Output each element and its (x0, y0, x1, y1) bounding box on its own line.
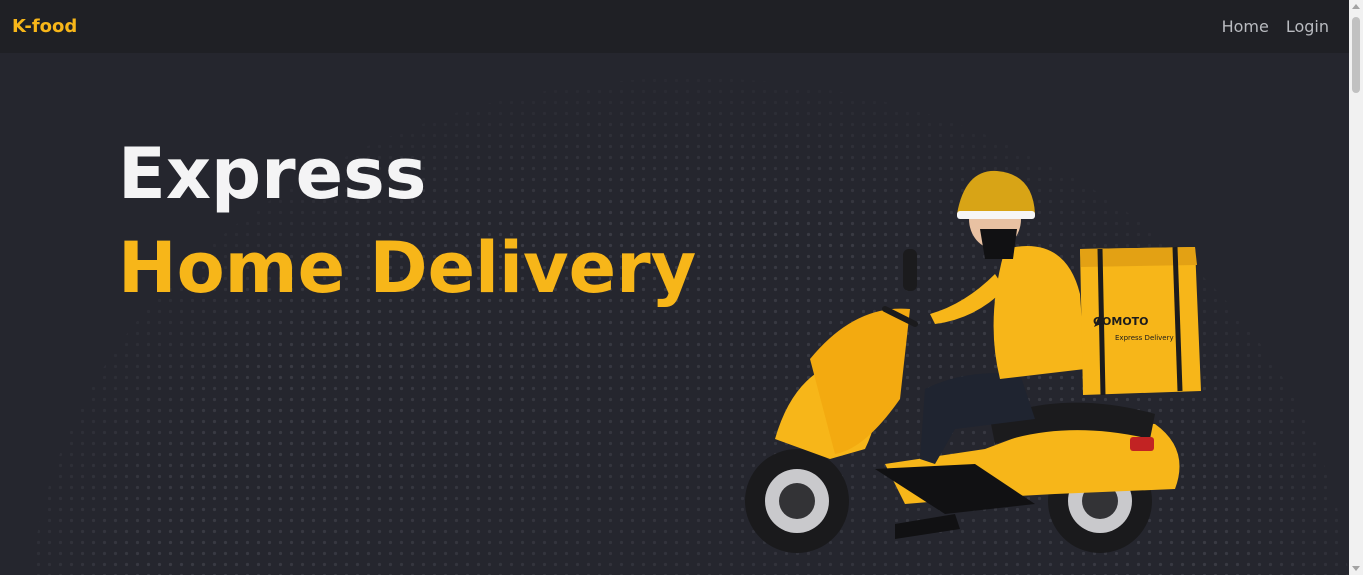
brand-logo[interactable]: K-food (12, 16, 77, 37)
scroll-down-arrow[interactable] (1352, 566, 1360, 571)
nav-link-home[interactable]: Home (1222, 17, 1269, 36)
front-wheel (745, 449, 849, 553)
delivery-rider-illustration: GOMOTO Express Delivery (745, 170, 1201, 553)
scroll-thumb[interactable] (1352, 17, 1360, 93)
delivery-box: GOMOTO Express Delivery (1080, 246, 1201, 396)
headline-express: Express (118, 133, 427, 215)
vertical-scrollbar[interactable] (1349, 0, 1363, 575)
scroll-up-arrow[interactable] (1352, 4, 1360, 9)
headline-home-delivery: Home Delivery (118, 227, 697, 309)
nav-link-login[interactable]: Login (1286, 17, 1329, 36)
nav-links: Home Login (1222, 17, 1329, 36)
navbar: K-food Home Login (0, 0, 1349, 53)
hero-headline: Express Home Delivery (118, 139, 696, 303)
hero-section: Express Home Delivery GOMOTO Express Del… (0, 53, 1349, 575)
box-tagline-label: Express Delivery (1115, 334, 1174, 342)
